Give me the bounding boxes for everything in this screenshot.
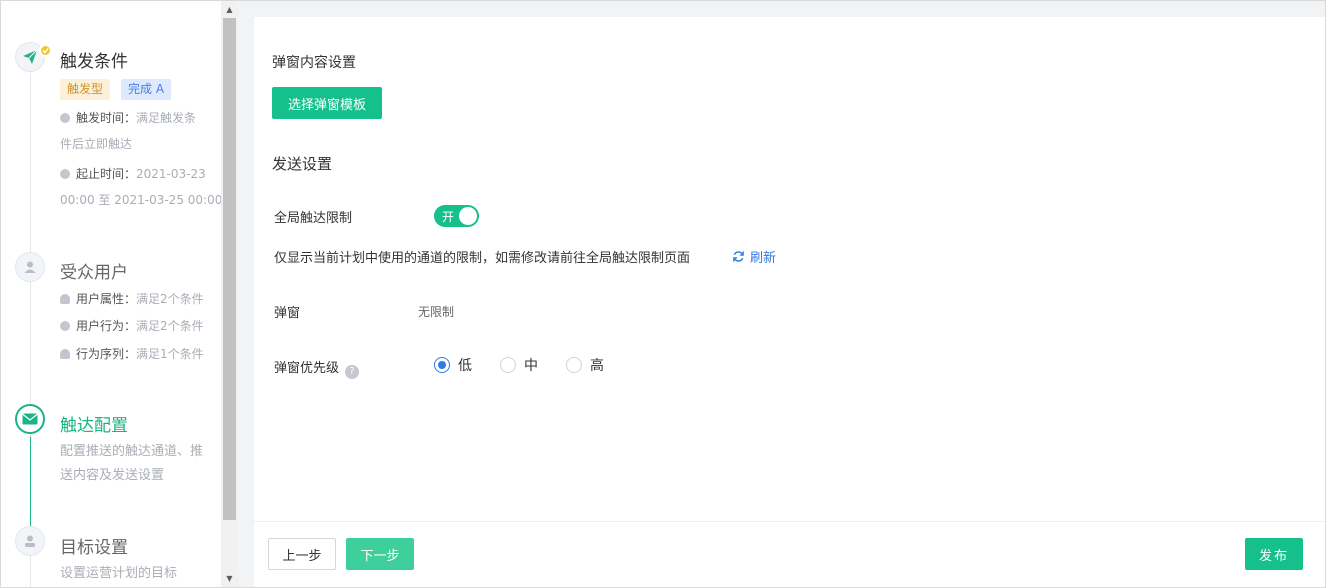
sidebar-scrollbar[interactable]: ▲ ▼ bbox=[221, 1, 238, 587]
radio-unchecked-icon bbox=[566, 357, 582, 373]
steps-sidebar: 触发条件 触发型 完成 A 触发时间：满足触发条 件后立即触达 起止时间：202… bbox=[1, 1, 221, 587]
trigger-time-key: 触发时间： bbox=[76, 111, 137, 125]
refresh-link[interactable]: 刷新 bbox=[732, 247, 776, 266]
scroll-down-arrow-icon[interactable]: ▼ bbox=[221, 570, 238, 587]
limit-hint-text: 仅显示当前计划中使用的通道的限制，如需修改请前往全局触达限制页面 bbox=[274, 251, 691, 266]
envelope-icon bbox=[15, 404, 45, 434]
goal-desc-line1: 设置运营计划的目标 bbox=[60, 566, 178, 581]
global-limit-label: 全局触达限制 bbox=[274, 211, 353, 226]
behavior-seq-key: 行为序列： bbox=[76, 347, 137, 361]
global-limit-toggle[interactable]: 开 bbox=[434, 205, 479, 227]
help-icon[interactable]: ? bbox=[345, 364, 360, 379]
publish-button[interactable]: 发布 bbox=[1245, 538, 1303, 570]
radio-unchecked-icon bbox=[500, 357, 516, 373]
trigger-event-tag: 完成 A bbox=[121, 79, 172, 100]
user-attr-value: 满足2个条件 bbox=[136, 292, 204, 306]
next-step-button[interactable]: 下一步 bbox=[346, 538, 414, 570]
refresh-icon bbox=[733, 251, 744, 262]
delivery-config-panel: 弹窗内容设置 选择弹窗模板 发送设置 全局触达限制 开 仅显示当前计划中使用的通… bbox=[254, 17, 1325, 521]
behavior-seq-info: 行为序列：满足1个条件 bbox=[60, 345, 204, 362]
select-template-button[interactable]: 选择弹窗模板 bbox=[272, 87, 382, 119]
period-key: 起止时间： bbox=[76, 167, 137, 181]
priority-high-label: 高 bbox=[590, 358, 604, 374]
priority-radio-low[interactable]: 低 bbox=[434, 355, 472, 375]
person-icon bbox=[60, 349, 70, 359]
channel-limit-value: 无限制 bbox=[418, 305, 455, 319]
toggle-knob bbox=[459, 207, 477, 225]
period-value: 2021-03-23 bbox=[136, 167, 206, 181]
trigger-time-value: 满足触发条 bbox=[136, 111, 197, 125]
refresh-label: 刷新 bbox=[750, 251, 777, 266]
period-cont: 00:00 至 2021-03-25 00:00 bbox=[60, 193, 221, 207]
scroll-thumb[interactable] bbox=[223, 18, 236, 520]
user-behavior-key: 用户行为： bbox=[76, 319, 137, 333]
trigger-time-info: 触发时间：满足触发条 bbox=[60, 109, 196, 126]
scroll-up-arrow-icon[interactable]: ▲ bbox=[221, 1, 238, 18]
radio-checked-icon bbox=[434, 357, 450, 373]
trigger-type-tag: 触发型 bbox=[60, 79, 111, 100]
behavior-seq-value: 满足1个条件 bbox=[136, 347, 204, 361]
toggle-on-text: 开 bbox=[442, 210, 455, 224]
priority-low-label: 低 bbox=[458, 358, 472, 374]
priority-medium-label: 中 bbox=[524, 358, 538, 374]
check-circle-icon bbox=[60, 321, 70, 331]
clock-icon bbox=[60, 169, 70, 179]
step-complete-icon bbox=[39, 44, 52, 57]
delivery-desc-line1: 配置推送的触达通道、推 bbox=[60, 444, 204, 459]
timeline-line-active bbox=[30, 437, 31, 527]
clock-icon bbox=[60, 113, 70, 123]
popup-priority-text: 弹窗优先级 bbox=[274, 361, 340, 376]
target-user-icon bbox=[15, 526, 45, 556]
step-title-audience[interactable]: 受众用户 bbox=[60, 258, 128, 283]
user-attr-key: 用户属性： bbox=[76, 292, 137, 306]
step-title-goal[interactable]: 目标设置 bbox=[60, 533, 128, 558]
step-title-trigger[interactable]: 触发条件 bbox=[60, 47, 128, 72]
popup-priority-label: 弹窗优先级? bbox=[274, 357, 360, 379]
users-icon bbox=[15, 252, 45, 282]
person-icon bbox=[60, 294, 70, 304]
step-title-delivery[interactable]: 触达配置 bbox=[60, 411, 128, 436]
channel-label: 弹窗 bbox=[274, 306, 301, 321]
user-attr-info: 用户属性：满足2个条件 bbox=[60, 290, 204, 307]
period-info: 起止时间：2021-03-23 bbox=[60, 165, 206, 182]
priority-radio-medium[interactable]: 中 bbox=[500, 355, 538, 375]
previous-step-button[interactable]: 上一步 bbox=[268, 538, 336, 570]
delivery-desc-line2: 送内容及发送设置 bbox=[60, 468, 165, 483]
trigger-time-cont: 件后立即触达 bbox=[60, 137, 133, 151]
action-footer: 上一步 下一步 发布 bbox=[254, 521, 1325, 587]
user-behavior-info: 用户行为：满足2个条件 bbox=[60, 317, 204, 334]
send-settings-title: 发送设置 bbox=[272, 155, 333, 173]
user-behavior-value: 满足2个条件 bbox=[136, 319, 204, 333]
priority-radio-high[interactable]: 高 bbox=[566, 355, 604, 375]
popup-content-title: 弹窗内容设置 bbox=[272, 55, 356, 71]
